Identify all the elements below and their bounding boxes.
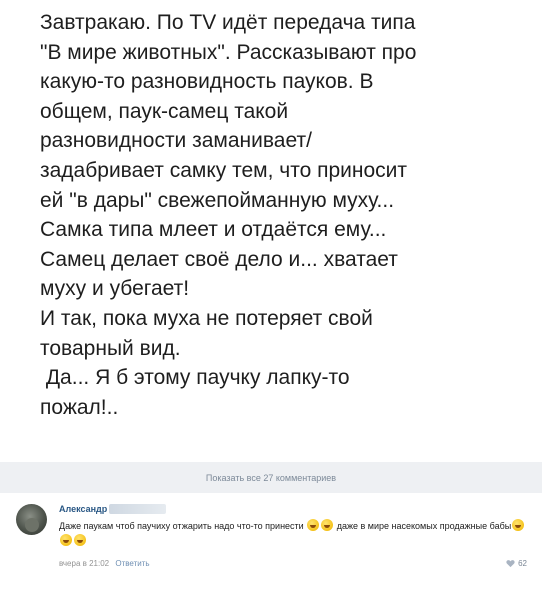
comment-author-row: Александр: [59, 502, 167, 515]
post-line: пожал!..: [40, 395, 119, 419]
post-line: Самка типа млеет и отдаётся ему...: [40, 218, 387, 242]
heart-icon: [506, 560, 515, 568]
post-line: муху и убегает!: [40, 277, 190, 301]
comment: Александр Даже паукам чтоб паучиху отжар…: [16, 502, 536, 582]
post-line: Самец делает своё дело и... хватает: [40, 247, 398, 271]
post-line: Да... Я б этому паучку лапку-то: [40, 366, 350, 390]
comment-author-link[interactable]: Александр: [59, 504, 107, 514]
post-line: И так, пока муха не потеряет свой: [40, 306, 373, 330]
post-line: Завтракаю. По TV идёт передача типа: [40, 11, 416, 34]
like-button[interactable]: 62: [506, 559, 527, 568]
rolling-on-floor-laughing-emoji-icon: [60, 534, 72, 546]
rolling-on-floor-laughing-emoji-icon: [307, 519, 320, 531]
rolling-on-floor-laughing-emoji-icon: [74, 534, 86, 546]
rolling-on-floor-laughing-emoji-icon: [512, 519, 525, 531]
comment-timestamp[interactable]: вчера в 21:02: [59, 559, 109, 568]
post-line: ей "в дары" свежепойманную муху...: [40, 188, 395, 212]
post-line: товарный вид.: [40, 336, 181, 360]
comment-text: Даже паукам чтоб паучиху отжарить надо ч…: [59, 519, 529, 549]
redacted-surname: [109, 503, 167, 514]
post-line: задабривает самку тем, что приносит: [40, 158, 407, 182]
rolling-on-floor-laughing-emoji-icon: [321, 519, 334, 531]
comment-meta: вчера в 21:02 Ответить: [59, 559, 150, 568]
post-line: разновидности заманивает/: [40, 129, 312, 153]
comment-text-part2: даже в мире насекомых продажные бабы: [336, 521, 512, 531]
avatar[interactable]: [16, 504, 47, 535]
reply-button[interactable]: Ответить: [115, 559, 149, 568]
show-all-comments-button[interactable]: Показать все 27 комментариев: [0, 462, 542, 493]
show-all-comments-label: Показать все 27 комментариев: [205, 472, 337, 483]
post-line: какую-то разновидность пауков. В: [40, 70, 374, 94]
like-count: 62: [518, 559, 527, 568]
post-line: общем, паук-самец такой: [40, 99, 289, 123]
comment-text-part1: Даже паукам чтоб паучиху отжарить надо ч…: [59, 521, 304, 531]
post-text: Завтракаю. По TV идёт передача типа "В м…: [40, 8, 520, 422]
post-line: "В мире животных". Рассказывают про: [40, 40, 417, 64]
